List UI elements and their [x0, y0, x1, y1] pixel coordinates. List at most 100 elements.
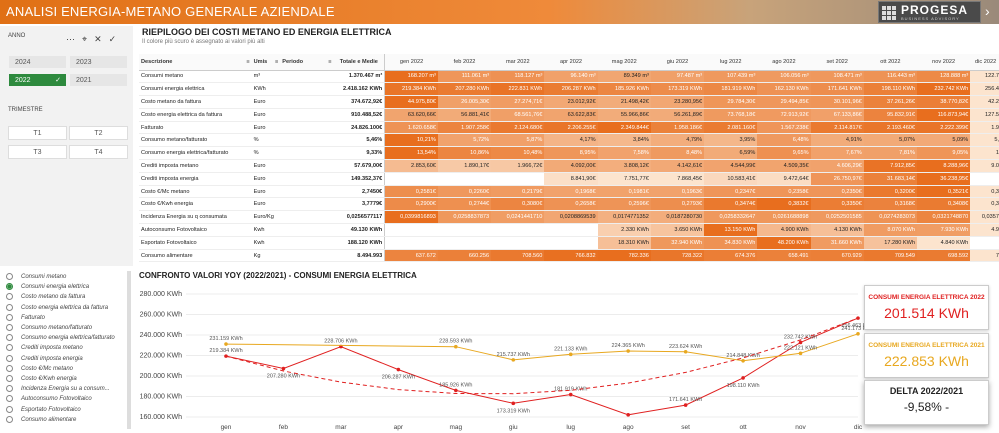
data-point-2022[interactable]	[568, 392, 573, 397]
header-month[interactable]: ott 2022	[863, 54, 918, 71]
data-point-2022[interactable]	[798, 340, 803, 345]
cell-value: 4.509,35€	[757, 159, 811, 173]
header-month[interactable]: apr 2022	[544, 54, 598, 71]
metric-option[interactable]: Crediti imposta energia	[6, 354, 83, 364]
data-point-2021[interactable]	[511, 358, 516, 362]
table-row[interactable]: Crediti imposta metano Euro 57.679,00€ 2.85…	[139, 159, 999, 173]
clear-selection-icon[interactable]: ✕	[94, 34, 102, 44]
radio-icon[interactable]	[6, 415, 13, 423]
data-point-2022[interactable]	[626, 413, 630, 417]
metric-option[interactable]: Costo energia elettrica da fattura	[6, 303, 108, 313]
radio-icon[interactable]	[6, 303, 13, 311]
menu-icon[interactable]: ≡	[328, 59, 331, 65]
metric-option[interactable]: Crediti imposta metano	[6, 344, 83, 353]
table-row[interactable]: Esportato Fotovoltaico Kwh 188.120 KWh 18.3…	[139, 236, 999, 250]
confirm-selection-icon[interactable]: ✓	[109, 34, 117, 44]
header-descrizione[interactable]: Descrizione ≡	[139, 54, 252, 71]
data-point-2022[interactable]	[511, 401, 516, 406]
header-month[interactable]: giu 2022	[650, 54, 705, 71]
data-point-2021[interactable]	[626, 349, 630, 353]
metric-option[interactable]: Incidenza Energia su a consum...	[6, 385, 110, 394]
cell-value: 118.127 m³	[491, 70, 545, 84]
radio-icon[interactable]	[6, 395, 13, 403]
radio-icon[interactable]	[6, 354, 13, 362]
table-row[interactable]: Costo €/Mc metano Euro 2,7450€ 0,2581€ 0,226…	[139, 185, 999, 199]
quarter-t3[interactable]: T3	[8, 145, 67, 159]
data-point-2021[interactable]	[224, 342, 228, 346]
metric-option[interactable]: Consumo alimentare	[6, 415, 76, 425]
radio-icon[interactable]	[6, 293, 13, 301]
data-point-2021[interactable]	[683, 349, 688, 354]
table-row[interactable]: Costo energia elettrica da fattura Euro 91…	[139, 108, 999, 122]
metric-option[interactable]: Consumi energia elettrica	[6, 283, 89, 292]
radio-icon[interactable]	[6, 313, 13, 321]
header-month[interactable]: feb 2022	[437, 54, 492, 71]
header-umis[interactable]: Umis ≡	[251, 54, 281, 71]
table-row[interactable]: Consumi energia elettrica KWh 2.418.162 KW…	[139, 82, 999, 97]
metric-option[interactable]: Fatturato	[6, 313, 45, 323]
header-month[interactable]: nov 2022	[917, 54, 971, 71]
header-month[interactable]: gen 2022	[384, 54, 438, 71]
table-row[interactable]: Fatturato Euro 24.826.100€ 1.620.658€ 1.907.…	[139, 121, 999, 135]
select-mode-icon[interactable]: ⌖	[82, 34, 87, 44]
data-point-2022[interactable]	[683, 403, 688, 407]
radio-icon[interactable]	[6, 273, 13, 280]
metric-option[interactable]: Consumi metano	[6, 273, 66, 282]
table-row[interactable]: Consumi metano m³ 1.370.467 m³ 168.207 m³ 11…	[139, 70, 999, 84]
header-month[interactable]: set 2022	[810, 54, 864, 71]
radio-icon[interactable]	[6, 283, 13, 291]
year-2022[interactable]: 2022 ✓	[8, 73, 67, 87]
metric-option[interactable]: Esportato Fotovoltaico	[6, 405, 81, 415]
radio-icon[interactable]	[6, 375, 13, 382]
metric-option[interactable]: Consumo energia elettrica/fatturato	[6, 334, 115, 343]
data-point-2022[interactable]	[281, 366, 286, 371]
data-point-2021[interactable]	[798, 351, 803, 356]
header-month[interactable]: mag 2022	[597, 54, 651, 71]
table-row[interactable]: Consumo energia elettrica/fatturato% 9,33…	[139, 146, 999, 161]
metric-option[interactable]: Costo €/Kwh energia	[6, 375, 77, 384]
header-month[interactable]: lug 2022	[704, 54, 758, 71]
data-point-2021[interactable]	[454, 344, 458, 349]
header-totale[interactable]: Totale e Medie	[333, 54, 386, 71]
year-2024[interactable]: 2024	[8, 55, 67, 69]
data-point-2021[interactable]	[568, 352, 573, 357]
table-row[interactable]: Autoconsumo Fotovoltaico Kwh 49.130 KWh 2.3…	[139, 223, 999, 237]
radio-icon[interactable]	[6, 385, 13, 393]
table-row[interactable]: Incidenza Energia su q consumata Euro/Kg 0…	[139, 210, 999, 225]
table-row[interactable]: Consumo metano/fatturato% 5,46% 10,21% 5,72…	[139, 133, 999, 148]
data-point-2021[interactable]	[856, 331, 860, 336]
quarter-t1[interactable]: T1	[8, 126, 67, 140]
quarter-t2[interactable]: T2	[69, 126, 128, 140]
filter-tools: ⋯ ⌖ ✕ ✓	[66, 34, 123, 45]
year-2023[interactable]: 2023	[69, 55, 128, 69]
table-row[interactable]: Costo metano da fattura Euro 374.672,92€ 44…	[139, 95, 999, 109]
data-point-2022[interactable]	[741, 376, 745, 380]
header-month[interactable]: ago 2022	[757, 54, 811, 71]
radio-icon[interactable]	[6, 324, 13, 331]
data-point-2022[interactable]	[396, 367, 401, 372]
metric-option[interactable]: Costo metano da fattura	[6, 293, 85, 302]
more-icon[interactable]: ⋯	[66, 34, 75, 44]
menu-icon[interactable]: ≡	[275, 59, 278, 65]
year-2021[interactable]: 2021	[69, 73, 128, 87]
metric-option[interactable]: Consumo metano/fatturato	[6, 324, 92, 333]
quarter-t4[interactable]: T4	[69, 145, 128, 159]
table-row[interactable]: Costo €/Kwh energia Euro 3,7779€ 0,2900€ 0,2…	[139, 197, 999, 212]
table-row[interactable]: Consumo alimentare Kg 8.494.993 637.672 660.…	[139, 249, 999, 263]
header-month[interactable]: mar 2022	[491, 54, 545, 71]
y-tick-label: 160.000 KWh	[140, 414, 183, 421]
metric-option[interactable]: Autoconsumo Fotovoltaico	[6, 395, 92, 404]
scrollbar[interactable]	[127, 271, 131, 429]
header-periodo[interactable]: Periodo ≡	[280, 54, 334, 71]
radio-icon[interactable]	[6, 405, 13, 413]
chevron-right-icon[interactable]: ›	[985, 3, 990, 19]
data-point-2022[interactable]	[454, 388, 458, 393]
metric-option[interactable]: Costo €/Mc metano	[6, 364, 73, 374]
radio-icon[interactable]	[6, 344, 13, 352]
header-month[interactable]: dic 2022	[970, 54, 999, 71]
radio-icon[interactable]	[6, 364, 13, 372]
menu-icon[interactable]: ≡	[246, 59, 249, 65]
radio-icon[interactable]	[6, 334, 13, 342]
table-row[interactable]: Crediti imposta energia Euro 149.352,37€ 8.…	[139, 172, 999, 186]
data-point-2021[interactable]	[741, 358, 745, 363]
